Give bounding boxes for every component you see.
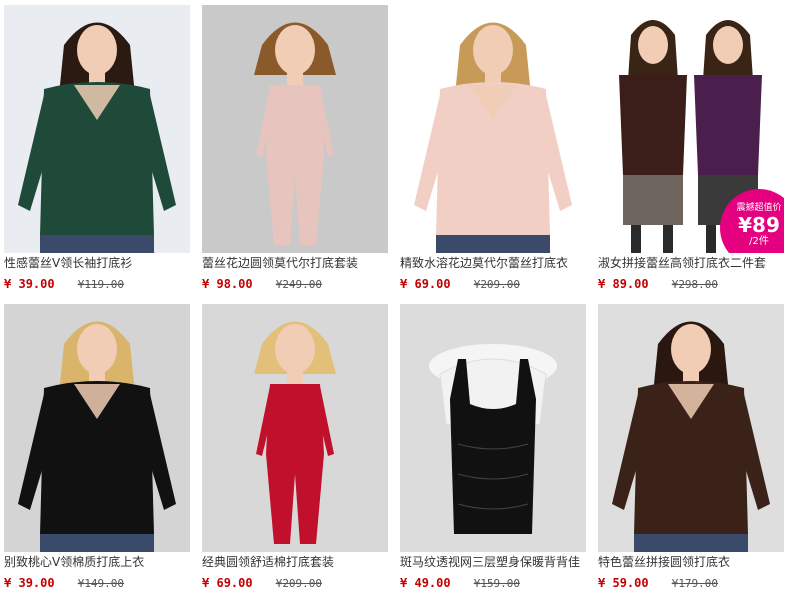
currency-symbol: ¥: [400, 576, 408, 590]
price-row: ¥ 98.00 ¥249.00: [202, 274, 390, 292]
product-photo-icon[interactable]: [202, 5, 388, 253]
product-title[interactable]: 精致水溶花边莫代尔蕾丝打底衣: [400, 255, 588, 271]
price-value: 98.00: [216, 277, 253, 291]
original-price-value: 149.00: [84, 577, 125, 590]
product-title[interactable]: 蕾丝花边圆领莫代尔打底套装: [202, 255, 390, 271]
product-card[interactable]: 特色蕾丝拼接圆领打底衣 ¥ 59.00 ¥179.00: [598, 304, 786, 591]
product-photo-icon[interactable]: [4, 5, 190, 253]
product-photo-icon[interactable]: [400, 304, 586, 552]
current-price: ¥ 59.00: [598, 576, 649, 590]
price-row: ¥ 39.00 ¥149.00: [4, 573, 192, 591]
product-title[interactable]: 别致桃心V领棉质打底上衣: [4, 554, 192, 570]
original-price: ¥179.00: [672, 577, 718, 590]
original-price-value: 119.00: [84, 278, 125, 291]
product-title[interactable]: 性感蕾丝V领长袖打底衫: [4, 255, 192, 271]
original-price: ¥149.00: [78, 577, 124, 590]
product-title[interactable]: 斑马纹透视网三层塑身保暖背背佳: [400, 554, 588, 570]
price-value: 39.00: [18, 277, 55, 291]
product-photo-icon[interactable]: [400, 5, 586, 253]
current-price: ¥ 39.00: [4, 277, 55, 291]
product-card[interactable]: 经典圆领舒适棉打底套装 ¥ 69.00 ¥209.00: [202, 304, 390, 591]
product-card[interactable]: 斑马纹透视网三层塑身保暖背背佳 ¥ 49.00 ¥159.00: [400, 304, 588, 591]
product-photo-icon[interactable]: [598, 304, 784, 552]
product-title[interactable]: 淑女拼接蕾丝高领打底衣二件套: [598, 255, 786, 271]
price-value: 69.00: [216, 576, 253, 590]
price-row: ¥ 69.00 ¥209.00: [202, 573, 390, 591]
price-value: 69.00: [414, 277, 451, 291]
price-row: ¥ 59.00 ¥179.00: [598, 573, 786, 591]
current-price: ¥ 39.00: [4, 576, 55, 590]
original-price-value: 159.00: [480, 577, 521, 590]
product-card[interactable]: 震撼超值价 ¥89 /2件 淑女拼接蕾丝高领打底衣二件套 ¥ 89.00 ¥29…: [598, 5, 786, 292]
price-value: 39.00: [18, 576, 55, 590]
current-price: ¥ 69.00: [202, 576, 253, 590]
product-card[interactable]: 精致水溶花边莫代尔蕾丝打底衣 ¥ 69.00 ¥209.00: [400, 5, 588, 292]
badge-line3: /2件: [749, 236, 769, 247]
current-price: ¥ 69.00: [400, 277, 451, 291]
product-card[interactable]: 性感蕾丝V领长袖打底衫 ¥ 39.00 ¥119.00: [4, 5, 192, 292]
currency-symbol: ¥: [400, 277, 408, 291]
original-price: ¥209.00: [276, 577, 322, 590]
product-card[interactable]: 别致桃心V领棉质打底上衣 ¥ 39.00 ¥149.00: [4, 304, 192, 591]
currency-symbol: ¥: [598, 576, 606, 590]
original-price: ¥159.00: [474, 577, 520, 590]
current-price: ¥ 89.00: [598, 277, 649, 291]
price-value: 49.00: [414, 576, 451, 590]
original-price-value: 209.00: [282, 577, 323, 590]
currency-symbol: ¥: [202, 277, 210, 291]
currency-symbol: ¥: [598, 277, 606, 291]
currency-symbol: ¥: [4, 277, 12, 291]
current-price: ¥ 49.00: [400, 576, 451, 590]
original-price: ¥249.00: [276, 278, 322, 291]
product-title[interactable]: 经典圆领舒适棉打底套装: [202, 554, 390, 570]
product-card[interactable]: 蕾丝花边圆领莫代尔打底套装 ¥ 98.00 ¥249.00: [202, 5, 390, 292]
currency-symbol: ¥: [4, 576, 12, 590]
product-grid: 性感蕾丝V领长袖打底衫 ¥ 39.00 ¥119.00 蕾丝花边圆领莫代尔打底套…: [0, 0, 786, 597]
price-row: ¥ 49.00 ¥159.00: [400, 573, 588, 591]
original-price-value: 209.00: [480, 278, 521, 291]
price-row: ¥ 69.00 ¥209.00: [400, 274, 588, 292]
badge-line2: ¥89: [738, 213, 780, 237]
current-price: ¥ 98.00: [202, 277, 253, 291]
original-price: ¥119.00: [78, 278, 124, 291]
price-value: 89.00: [612, 277, 649, 291]
price-row: ¥ 89.00 ¥298.00: [598, 274, 786, 292]
original-price: ¥298.00: [672, 278, 718, 291]
original-price-value: 298.00: [678, 278, 719, 291]
product-title[interactable]: 特色蕾丝拼接圆领打底衣: [598, 554, 786, 570]
price-row: ¥ 39.00 ¥119.00: [4, 274, 192, 292]
currency-symbol: ¥: [202, 576, 210, 590]
original-price: ¥209.00: [474, 278, 520, 291]
product-photo-icon[interactable]: 震撼超值价 ¥89 /2件: [598, 5, 784, 253]
price-value: 59.00: [612, 576, 649, 590]
original-price-value: 179.00: [678, 577, 719, 590]
product-photo-icon[interactable]: [202, 304, 388, 552]
original-price-value: 249.00: [282, 278, 323, 291]
product-photo-icon[interactable]: [4, 304, 190, 552]
